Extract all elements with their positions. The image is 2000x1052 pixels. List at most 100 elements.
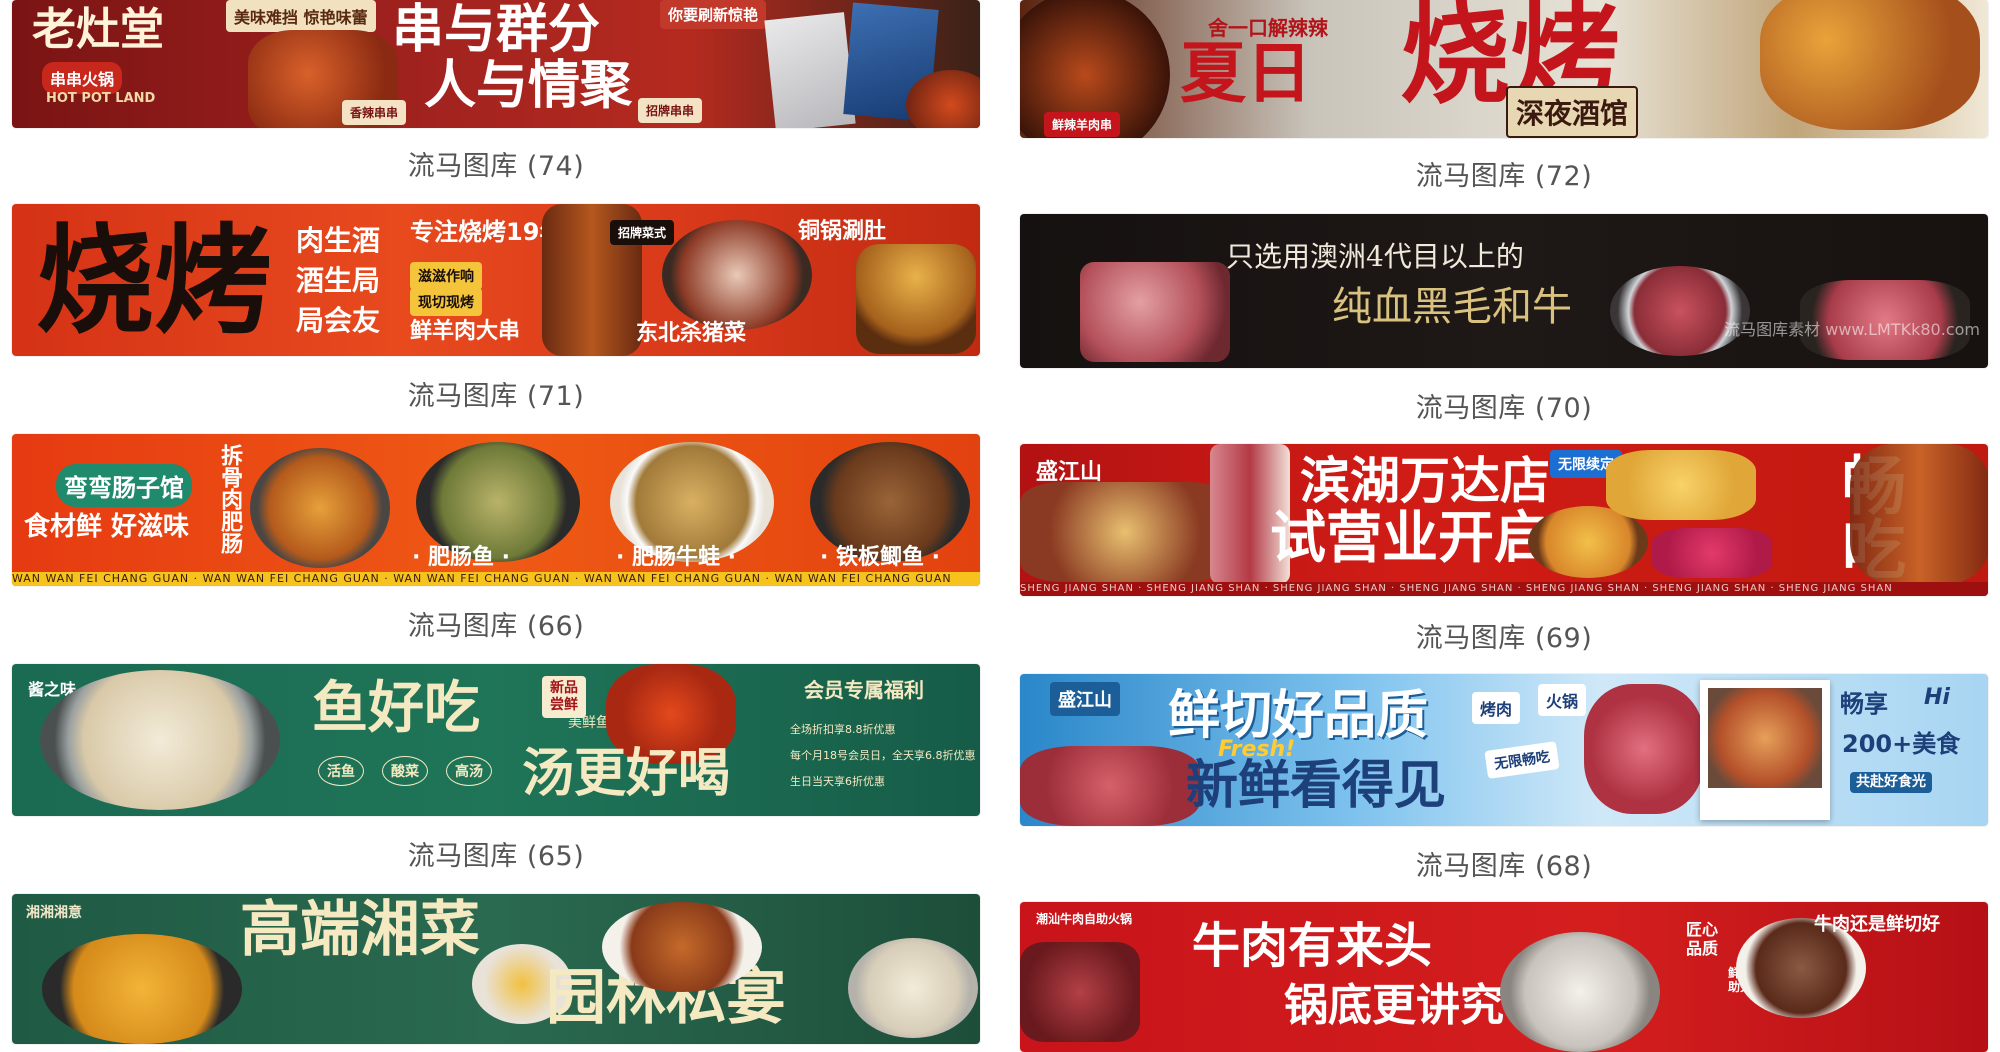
perk-item: 生日当天享6折优惠 — [790, 775, 885, 788]
side-label: Hi — [1924, 685, 1950, 710]
gallery-card[interactable]: 盛江山 滨湖万达店 试营业开启 无限续定 畅吃 SHENG JIANG SHAN… — [1020, 444, 1988, 654]
promo-tag: 你要刷新惊艳 — [660, 0, 767, 29]
image-caption[interactable]: 流马图库 (69) — [1020, 616, 1988, 655]
banner-headline: 试营业开启 — [1270, 505, 1550, 571]
meat-photo — [1584, 684, 1704, 814]
banner-image[interactable]: 烧烤 肉生酒 酒生局 局会友 专注烧烤19年 滋滋作响 现切现烤 鲜羊肉大串 东… — [12, 204, 980, 356]
interior-photo — [764, 12, 856, 128]
headline-line: 纯血黑毛和牛 — [1332, 284, 1572, 330]
banner-image[interactable]: 老灶堂 串串火锅 HOT POT LAND 美味难挡 惊艳味蕾 串与群分 人与情… — [12, 0, 980, 128]
dish-photo — [416, 442, 580, 562]
dessert-photo — [1606, 450, 1756, 520]
image-grid: 老灶堂 串串火锅 HOT POT LAND 美味难挡 惊艳味蕾 串与群分 人与情… — [0, 0, 2000, 1052]
pot-photo — [856, 244, 976, 354]
banner-headline: 夏日 — [1180, 34, 1312, 112]
banner-image[interactable]: 酱之味 鱼好吃 新品尝鲜 美鲜鱼头锅 活鱼 酸菜 高汤 汤更好喝 会员专属福利 … — [12, 664, 980, 816]
promo-tag: 滋滋作响 — [410, 262, 482, 290]
vertical-label: 拆骨肉肥肠 — [217, 444, 243, 554]
dish-label: · 肥肠鱼 · — [412, 545, 511, 570]
banner-headline: 鱼好吃 — [312, 675, 480, 741]
banner-image[interactable]: 弯弯肠子馆 食材鲜 好滋味 拆骨肉肥肠 · 肥肠鱼 · · 肥肠牛蛙 · · 铁… — [12, 434, 980, 586]
headline-line: 只选用澳洲4代目以上的 — [1226, 240, 1524, 273]
banner-image[interactable]: 舍一口解辣辣 夏日 烧烤 深夜酒馆 鲜辣羊肉串 — [1020, 0, 1988, 138]
brand-logo: 老灶堂 — [32, 4, 164, 55]
dish-photo — [250, 448, 390, 568]
banner-headline: 烧烤 — [36, 211, 273, 350]
image-caption[interactable]: 流马图库 (70) — [1020, 386, 1988, 425]
perk-item: 全场折扣享8.8折优惠 — [790, 723, 896, 736]
sub-headline: 酒生局 — [296, 264, 381, 297]
egg-dish-photo — [42, 934, 242, 1044]
promo-tag: 无限畅吃 — [1484, 741, 1560, 779]
plate-photo — [1610, 266, 1750, 356]
brand-logo: 湘湘湘意 — [26, 905, 82, 921]
perk-title: 会员专属福利 — [804, 678, 924, 702]
skewer-photo — [1850, 444, 1988, 584]
badge: 酸菜 — [382, 756, 428, 786]
promo-tag: 烤肉 — [1472, 692, 1521, 724]
watermark: 流马图库素材 www.LMTKk80.com — [1724, 320, 1980, 339]
sub-headline: 局会友 — [296, 304, 381, 337]
promo-tag: 招牌串串 — [638, 98, 703, 123]
banner-image[interactable]: 盛江山 滨湖万达店 试营业开启 无限续定 畅吃 SHENG JIANG SHAN… — [1020, 444, 1988, 596]
pot-photo — [1500, 932, 1660, 1052]
gallery-card[interactable]: 烧烤 肉生酒 酒生局 局会友 专注烧烤19年 滋滋作响 现切现烤 鲜羊肉大串 东… — [12, 204, 980, 412]
butcher-photo — [1020, 942, 1140, 1042]
dish-label: · 肥肠牛蛙 · — [616, 545, 737, 570]
side-label: 畅享 — [1840, 690, 1888, 718]
banner-headline: 汤更好喝 — [522, 743, 731, 804]
image-caption[interactable]: 流马图库 (71) — [12, 374, 980, 413]
promo-tag: 火锅 — [1538, 684, 1587, 716]
gallery-card[interactable]: 潮汕牛肉自助火锅 牛肉有来头 锅底更讲究 匠心品质 鲜切牛肉 自助火锅 牛肉还是… — [1020, 902, 1988, 1052]
banner-image[interactable]: 只选用澳洲4代目以上的 纯血黑毛和牛 流马图库素材 www.LMTKk80.co… — [1020, 214, 1988, 368]
fish-pot-photo — [40, 670, 280, 810]
banner-headline: 新鲜看得见 — [1186, 755, 1447, 816]
sub-headline: 深夜酒馆 — [1506, 86, 1639, 138]
banner-headline: 高端湘菜 — [240, 895, 480, 965]
dish-photo — [610, 442, 774, 562]
gallery-card[interactable]: 老灶堂 串串火锅 HOT POT LAND 美味难挡 惊艳味蕾 串与群分 人与情… — [12, 0, 980, 190]
soup-photo — [848, 938, 978, 1038]
image-caption[interactable]: 流马图库 (68) — [1020, 844, 1988, 883]
gallery-card[interactable]: 舍一口解辣辣 夏日 烧烤 深夜酒馆 鲜辣羊肉串 流马图库 (72) — [1020, 0, 1988, 200]
banner-image[interactable]: 湘湘湘意 高端湘菜 园林私宴 — [12, 894, 980, 1044]
perk-item: 每个月18号会员日，全天享6.8折优惠 — [790, 749, 976, 762]
image-caption[interactable]: 流马图库 (66) — [12, 604, 980, 643]
banner-headline: 串与群分 — [392, 0, 601, 60]
dish-photo — [662, 220, 812, 330]
dish-photo — [602, 902, 762, 992]
gallery-card[interactable]: 盛江山 鲜切好品质 Fresh! 新鲜看得见 烤肉 火锅 无限畅吃 畅享 Hi … — [1020, 674, 1988, 882]
skewer-photo — [1760, 0, 1980, 130]
side-label: 牛肉还是鲜切好 — [1814, 914, 1940, 935]
image-caption[interactable]: 流马图库 (74) — [12, 144, 980, 183]
beef-photo — [1020, 746, 1200, 826]
brand-english: HOT POT LAND — [46, 91, 156, 106]
gallery-card[interactable]: 只选用澳洲4代目以上的 纯血黑毛和牛 流马图库素材 www.LMTKk80.co… — [1020, 214, 1988, 424]
banner-headline: 人与情聚 — [424, 55, 633, 116]
gallery-card[interactable]: 弯弯肠子馆 食材鲜 好滋味 拆骨肉肥肠 · 肥肠鱼 · · 肥肠牛蛙 · · 铁… — [12, 434, 980, 642]
dish-label: · 铁板鲫鱼 · — [820, 545, 941, 570]
slogan: 食材鲜 好滋味 — [24, 512, 190, 542]
sub-headline: 专注烧烤19年 — [410, 218, 564, 246]
image-caption[interactable]: 流马图库 (65) — [12, 834, 980, 873]
image-caption[interactable]: 流马图库 (72) — [1020, 154, 1988, 193]
promo-tag: 美味难挡 惊艳味蕾 — [226, 0, 376, 32]
fruit-photo — [1652, 528, 1772, 578]
wagyu-photo — [1080, 262, 1230, 362]
gallery-card[interactable]: 湘湘湘意 高端湘菜 园林私宴 — [12, 894, 980, 1044]
sub-headline: 铜锅涮肚 — [798, 219, 887, 244]
banner-headline: 鲜切好品质 — [1168, 685, 1429, 746]
promo-tag: 匠心品质 — [1686, 920, 1719, 959]
brand-logo: 潮汕牛肉自助火锅 — [1036, 912, 1133, 926]
promo-tag: 新品尝鲜 — [542, 676, 586, 718]
banner-image[interactable]: 潮汕牛肉自助火锅 牛肉有来头 锅底更讲究 匠心品质 鲜切牛肉 自助火锅 牛肉还是… — [1020, 902, 1988, 1052]
promo-tag: 招牌菜式 — [610, 220, 675, 245]
banner-headline: 锅底更讲究 — [1284, 980, 1504, 1031]
banner-image[interactable]: 盛江山 鲜切好品质 Fresh! 新鲜看得见 烤肉 火锅 无限畅吃 畅享 Hi … — [1020, 674, 1988, 826]
promo-tag: 鲜辣羊肉串 — [1044, 112, 1121, 137]
side-label: 200+美食 — [1842, 730, 1961, 758]
promo-tag: 现切现烤 — [410, 288, 482, 316]
gallery-card[interactable]: 酱之味 鱼好吃 新品尝鲜 美鲜鱼头锅 活鱼 酸菜 高汤 汤更好喝 会员专属福利 … — [12, 664, 980, 872]
brand-logo: 盛江山 — [1050, 682, 1120, 716]
brand-strip: WAN WAN FEI CHANG GUAN · WAN WAN FEI CHA… — [12, 572, 980, 586]
